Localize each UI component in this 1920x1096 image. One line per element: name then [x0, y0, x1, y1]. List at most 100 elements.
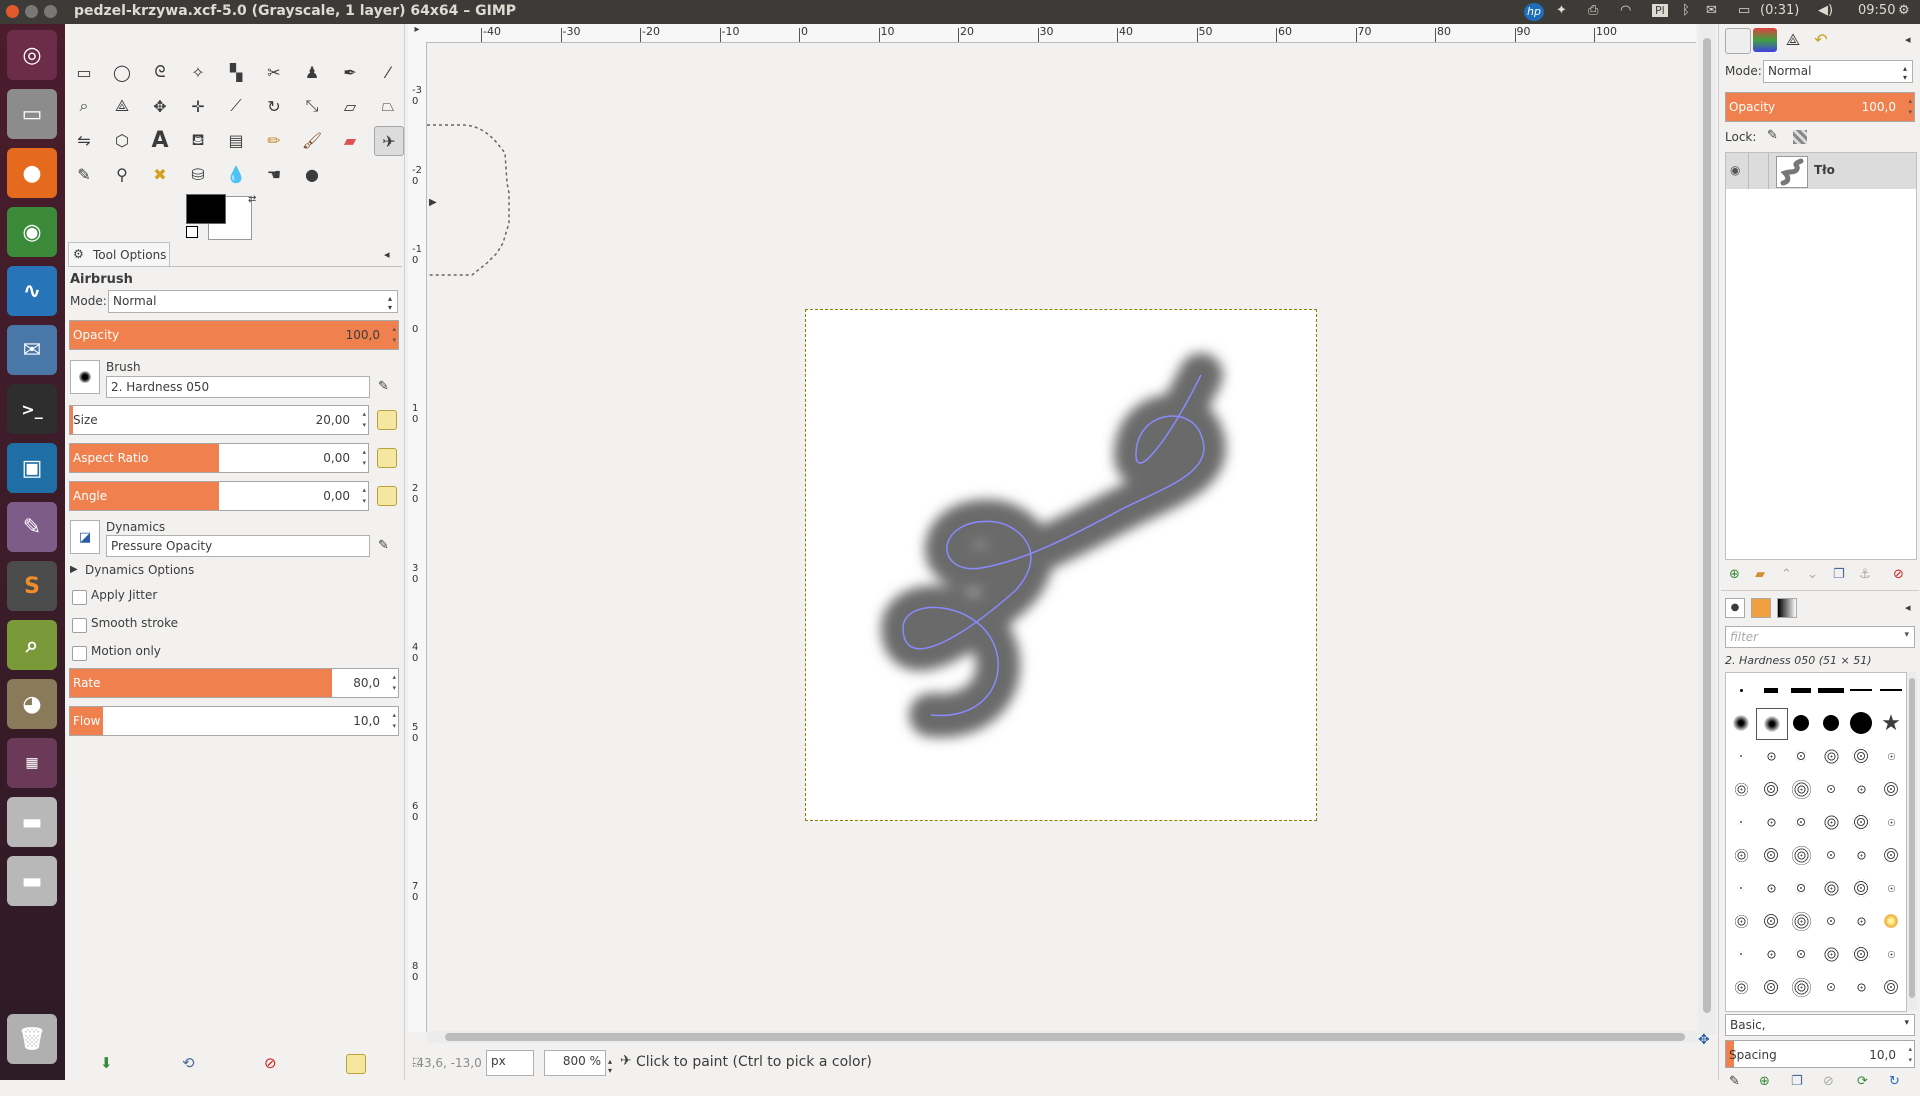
dock-drag-handle[interactable]: [66, 24, 404, 38]
dodge-burn-icon[interactable]: ●: [298, 160, 326, 188]
reset-options-icon[interactable]: [346, 1054, 366, 1074]
scissors-icon[interactable]: ✂: [260, 58, 288, 86]
brush-preview-cell[interactable]: [1756, 840, 1786, 870]
pencil-icon[interactable]: ✏: [260, 126, 288, 154]
brush-preview-cell[interactable]: [1876, 972, 1906, 1002]
rate-slider[interactable]: Rate 80,0 ▴ ▾: [69, 668, 399, 698]
brush-preview-cell[interactable]: [1726, 873, 1756, 903]
brush-preview-cell[interactable]: [1756, 708, 1788, 740]
brush-preview-cell[interactable]: [1726, 972, 1756, 1002]
tab-tool-options[interactable]: ⚙ Tool Options: [68, 242, 170, 267]
paths-icon[interactable]: ✒: [336, 58, 364, 86]
reset-size-icon[interactable]: [377, 410, 397, 430]
paintbrush-icon[interactable]: 🖌: [298, 126, 326, 154]
zoom-icon[interactable]: ⌕: [70, 92, 98, 120]
brush-preview-cell[interactable]: [1786, 807, 1816, 837]
brush-preview-cell[interactable]: [1816, 906, 1846, 936]
size-slider[interactable]: Size 20,00 ▴ ▾: [69, 405, 369, 435]
swap-colors-icon[interactable]: ⇄: [248, 194, 256, 205]
thunderbird-icon[interactable]: ✉: [7, 325, 57, 375]
image-viewer-icon[interactable]: ⌕: [7, 620, 57, 670]
unit-select[interactable]: px: [486, 1050, 534, 1076]
brush-preview-cell[interactable]: [1726, 741, 1756, 771]
system-monitor-icon[interactable]: ∿: [7, 266, 57, 316]
brush-preview-cell[interactable]: [1726, 906, 1756, 936]
brush-preview-cell[interactable]: [1876, 675, 1906, 705]
rotate-icon[interactable]: ↻: [260, 92, 288, 120]
brush-preview-cell[interactable]: [1816, 873, 1846, 903]
brush-preview[interactable]: [70, 360, 100, 394]
rate-spinner[interactable]: ▴ ▾: [392, 672, 396, 694]
layer-row[interactable]: ◉ Tło: [1726, 153, 1916, 189]
vertical-ruler[interactable]: -3 0 -2 0 -1 0 0 1 0 2 0 3 0 4 0 5 0 6 0 7 0 8 0: [408, 42, 427, 1032]
brush-preview-cell[interactable]: [1816, 840, 1846, 870]
edit-brush-icon[interactable]: ✎: [1729, 1074, 1740, 1089]
reset-colors-icon[interactable]: [186, 226, 198, 238]
lock-alpha-icon[interactable]: [1793, 130, 1807, 144]
tab-channels[interactable]: [1753, 28, 1777, 52]
brush-scrollbar-thumb[interactable]: [1909, 678, 1915, 998]
brush-preview-cell[interactable]: [1786, 939, 1816, 969]
layer-thumbnail[interactable]: [1776, 156, 1808, 188]
foreground-color-swatch[interactable]: [186, 194, 226, 224]
brush-grid[interactable]: ★: [1725, 672, 1907, 1012]
brush-preview-cell[interactable]: [1756, 972, 1786, 1002]
vertical-scrollbar-thumb[interactable]: [1703, 38, 1711, 1013]
zoom-spinner[interactable]: ▴ ▾: [608, 1057, 612, 1075]
motion-only-checkbox[interactable]: [72, 646, 87, 661]
brush-preview-cell[interactable]: [1726, 939, 1756, 969]
close-window-button[interactable]: [6, 5, 19, 18]
duplicate-layer-icon[interactable]: ❐: [1833, 567, 1845, 582]
brush-preview-cell[interactable]: [1876, 840, 1906, 870]
flow-slider[interactable]: Flow 10,0 ▴ ▾: [69, 706, 399, 736]
keyboard-layout[interactable]: Pl: [1652, 4, 1668, 17]
minimize-window-button[interactable]: [25, 5, 38, 18]
brush-preview-cell[interactable]: [1756, 675, 1786, 705]
brush-preview-cell[interactable]: [1786, 906, 1816, 936]
tab-paths[interactable]: ⟁: [1781, 28, 1805, 52]
layer-opacity-spinner[interactable]: ▴ ▾: [1908, 96, 1912, 118]
tab-gradients[interactable]: [1777, 598, 1797, 618]
dynamics-options-expander[interactable]: Dynamics Options: [85, 563, 194, 577]
brush-preview-cell[interactable]: [1756, 741, 1786, 771]
software-center-icon[interactable]: ▣: [7, 443, 57, 493]
session-gear-icon[interactable]: ⚙: [1898, 3, 1910, 18]
ruler-corner-icon[interactable]: ▸: [408, 24, 426, 42]
ellipse-select-icon[interactable]: ◯: [108, 58, 136, 86]
brush-preview-cell[interactable]: [1816, 774, 1846, 804]
tab-brushes[interactable]: ●: [1725, 598, 1745, 618]
brush-preview-cell[interactable]: [1726, 708, 1756, 738]
angle-slider[interactable]: Angle 0,00 ▴ ▾: [69, 481, 369, 511]
eye-icon[interactable]: ◉: [1730, 163, 1740, 177]
zoom-select[interactable]: 800 %: [544, 1050, 606, 1076]
brush-preview-cell[interactable]: [1846, 906, 1876, 936]
brush-preview-cell[interactable]: [1756, 939, 1786, 969]
restore-options-icon[interactable]: ⟲: [182, 1054, 195, 1072]
aspect-ratio-slider[interactable]: Aspect Ratio 0,00 ▴ ▾: [69, 443, 369, 473]
maximize-window-button[interactable]: [44, 5, 57, 18]
brush-preview-cell[interactable]: [1846, 807, 1876, 837]
brush-name-field[interactable]: 2. Hardness 050: [106, 376, 370, 398]
files-icon[interactable]: ▭: [7, 89, 57, 139]
printer-icon[interactable]: ⎙: [1588, 3, 1598, 18]
brush-preview-cell[interactable]: [1816, 675, 1846, 705]
aspect-ratio-spinner[interactable]: ▴ ▾: [362, 447, 366, 469]
fuzzy-select-icon[interactable]: ✧: [184, 58, 212, 86]
perspective-clone-icon[interactable]: ⛁: [184, 160, 212, 188]
anchor-layer-icon[interactable]: ⚓: [1859, 567, 1871, 582]
rect-select-icon[interactable]: ▭: [70, 58, 98, 86]
text-tool-icon[interactable]: A: [146, 126, 174, 154]
brush-preview-cell[interactable]: [1846, 708, 1876, 738]
expander-triangle-icon[interactable]: ▶: [70, 564, 78, 575]
tab-menu-icon[interactable]: ◂: [1905, 33, 1911, 46]
brush-preview-cell[interactable]: [1786, 840, 1816, 870]
select-by-color-icon[interactable]: ▚: [222, 58, 250, 86]
tab-patterns[interactable]: [1751, 598, 1771, 618]
tab-menu-icon[interactable]: ◂: [1905, 601, 1911, 614]
perspective-icon[interactable]: ⏢: [374, 92, 402, 120]
angle-spinner[interactable]: ▴ ▾: [362, 485, 366, 507]
flow-spinner[interactable]: ▴ ▾: [392, 710, 396, 732]
ink-icon[interactable]: ✎: [70, 160, 98, 188]
refresh-brushes-icon[interactable]: ⟳: [1857, 1074, 1868, 1089]
smudge-icon[interactable]: ☚: [260, 160, 288, 188]
